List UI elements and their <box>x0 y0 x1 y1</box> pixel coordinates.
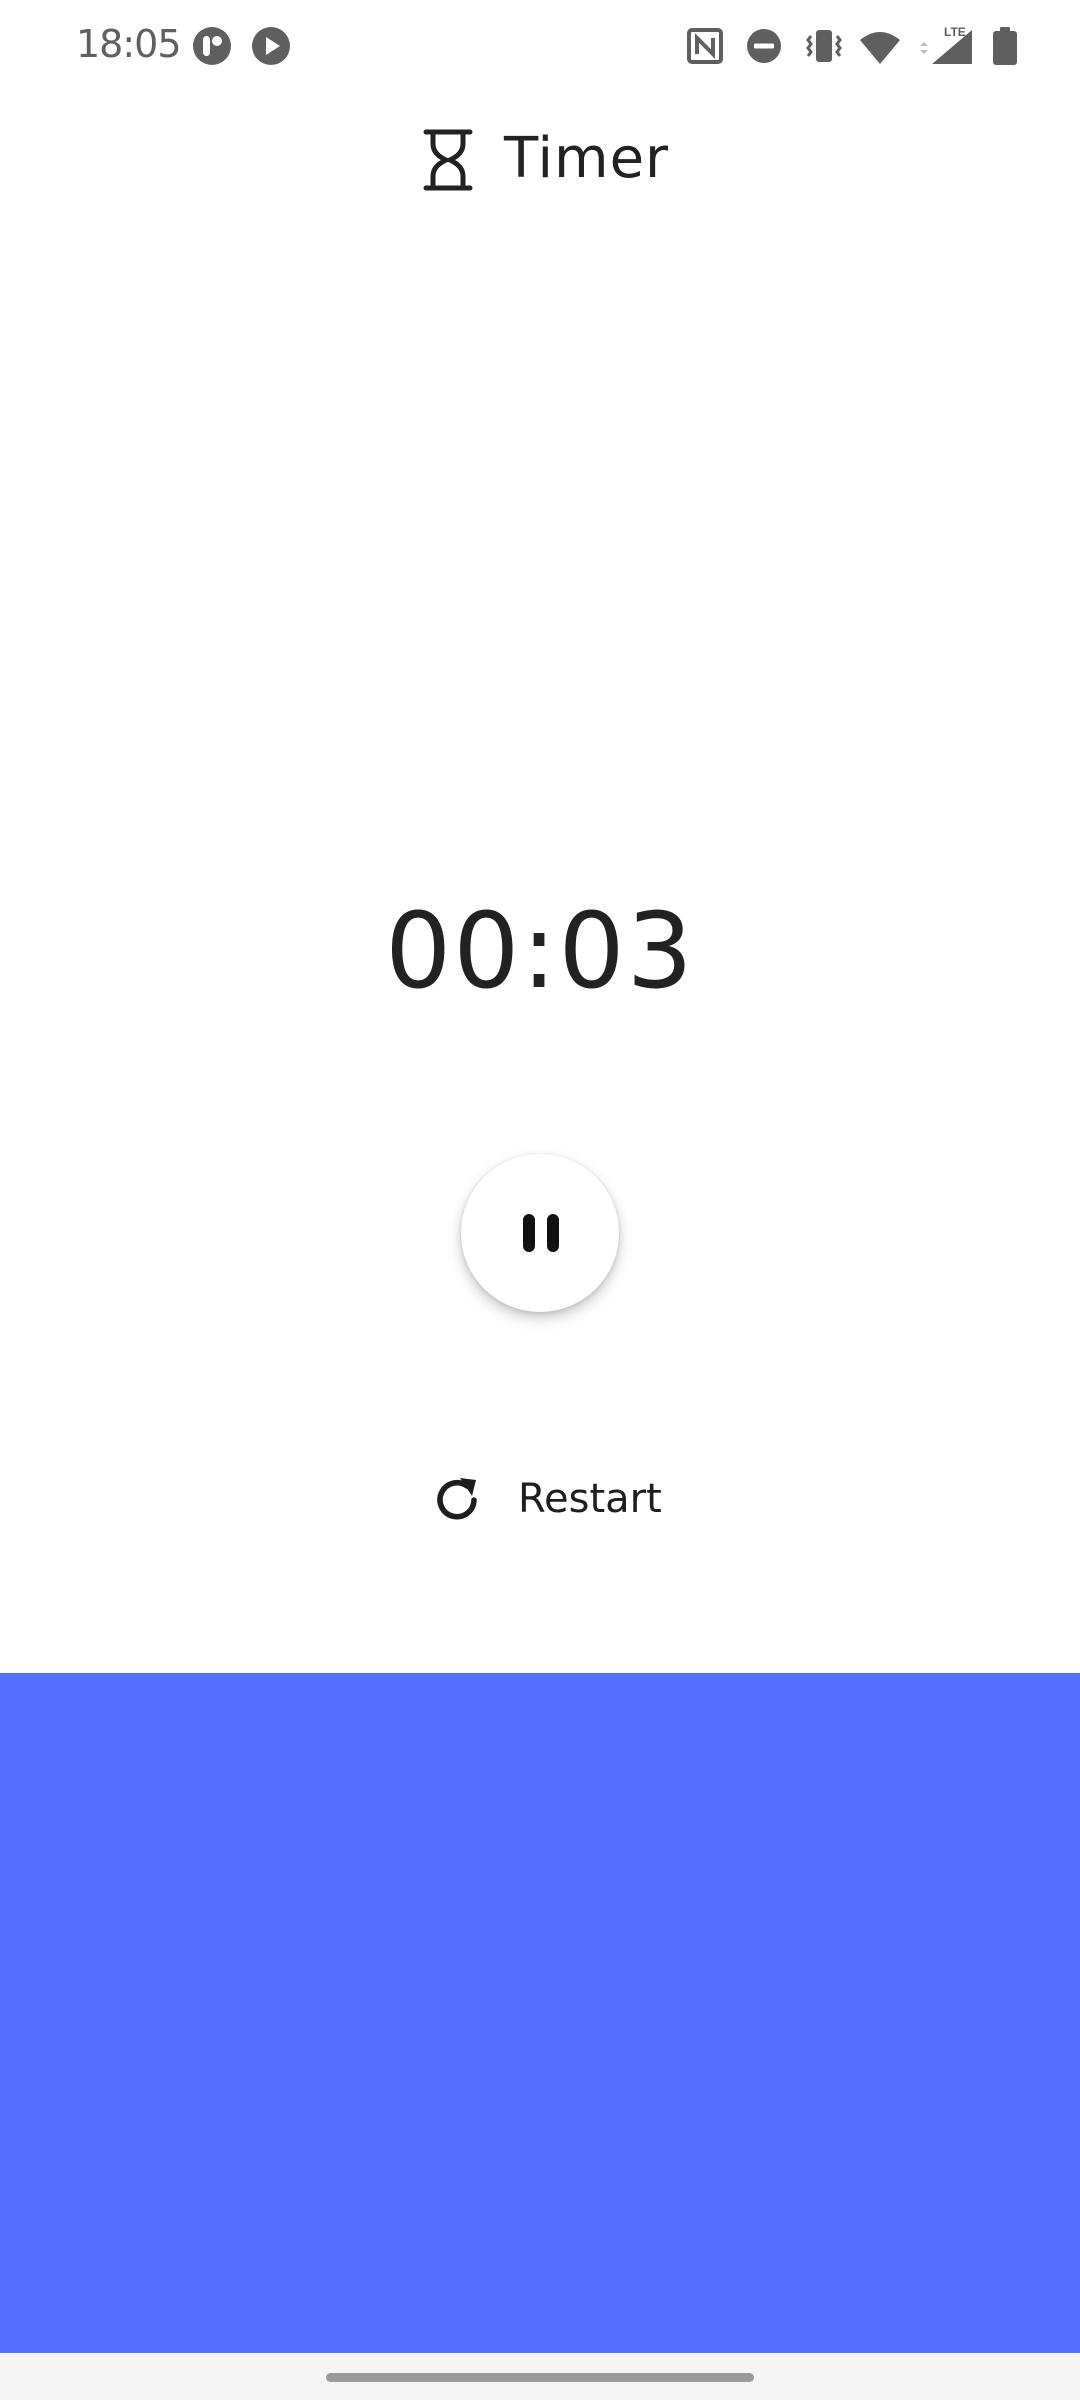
restart-button[interactable]: Restart <box>432 1466 662 1532</box>
page-title: Timer <box>504 126 670 191</box>
accent-panel <box>0 1673 1080 2353</box>
lte-label: LTE <box>944 25 966 39</box>
lte-signal-icon: LTE <box>920 25 972 64</box>
status-time: 18:05 <box>76 22 182 66</box>
status-bar: 18:05 LTE <box>0 0 1080 92</box>
pause-button[interactable] <box>461 1154 619 1312</box>
timer-display: 00:03 <box>385 890 695 1012</box>
play-notification-icon <box>252 27 290 65</box>
timer-screen: 18:05 LTE Timer 00:03 Restart <box>0 0 1080 2400</box>
vibrate-icon <box>806 30 842 62</box>
restart-icon <box>437 1478 477 1520</box>
nfc-icon <box>687 28 723 64</box>
battery-icon <box>993 27 1017 65</box>
gesture-handle[interactable] <box>326 2373 754 2382</box>
wifi-icon <box>860 32 900 64</box>
app-notification-icon <box>193 27 231 65</box>
app-header: Timer <box>0 120 1080 200</box>
do-not-disturb-icon <box>747 29 781 63</box>
navigation-bar <box>0 2353 1080 2400</box>
hourglass-icon <box>423 129 473 191</box>
pause-icon <box>523 1214 559 1252</box>
restart-label: Restart <box>518 1476 662 1522</box>
